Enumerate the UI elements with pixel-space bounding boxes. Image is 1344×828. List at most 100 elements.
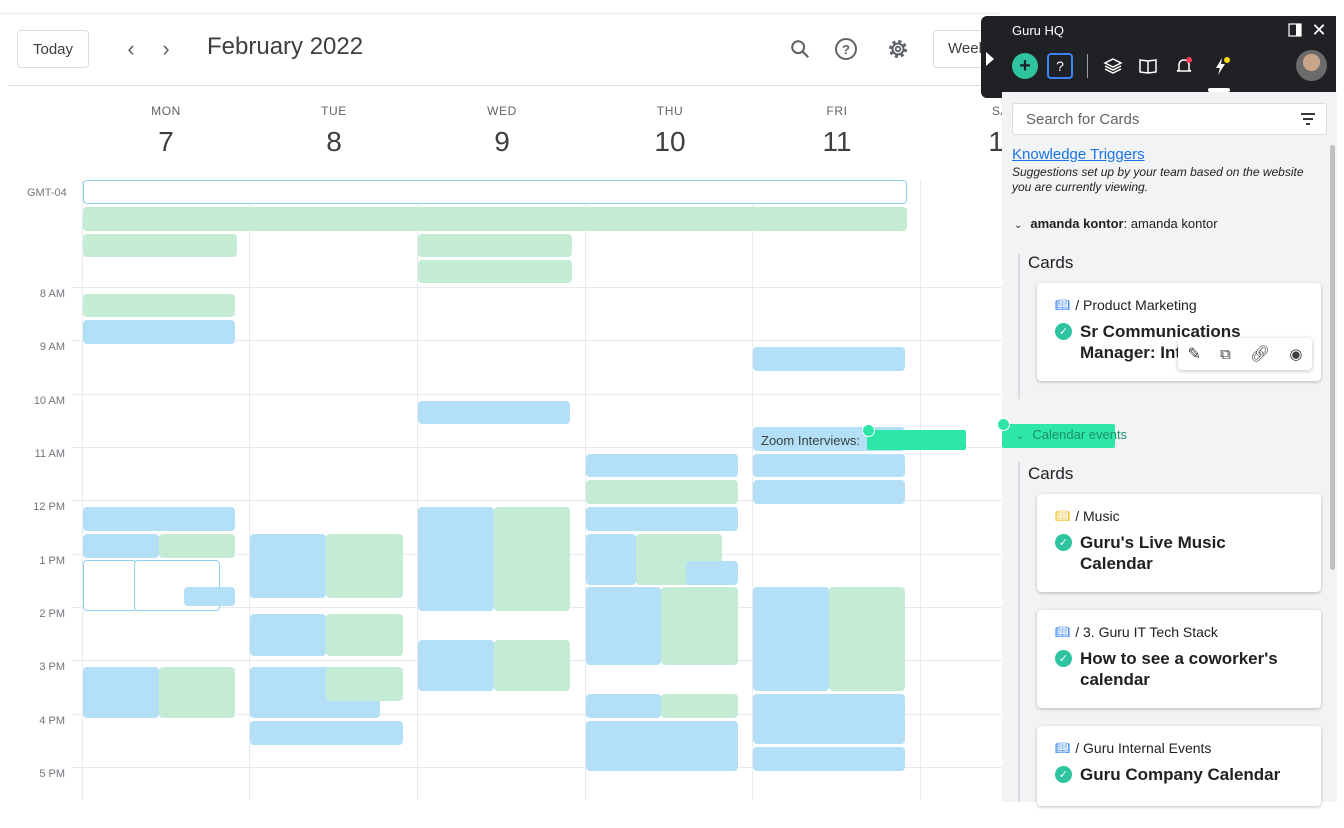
calendar-event[interactable]: [829, 587, 905, 691]
bell-icon: [1176, 57, 1192, 72]
card-it-tech-stack[interactable]: 📖︎ / 3. Guru IT Tech Stack ✓ How to see …: [1037, 610, 1321, 708]
edit-icon[interactable]: ✎: [1188, 344, 1201, 364]
sidebar-dock-icon: [1288, 23, 1302, 37]
all-day-event[interactable]: [83, 207, 907, 231]
calendar-event[interactable]: [250, 721, 403, 745]
search-button[interactable]: [786, 34, 814, 64]
day-header-mon[interactable]: MON 7: [116, 104, 216, 158]
time-label: 4 PM: [39, 715, 65, 727]
close-panel-button[interactable]: ✕: [1310, 20, 1328, 40]
book-icon: [1139, 59, 1157, 74]
day-of-week: FRI: [826, 104, 848, 118]
search-placeholder: Search for Cards: [1026, 111, 1140, 128]
link-icon[interactable]: 🔗︎: [1250, 344, 1270, 364]
today-button[interactable]: Today: [17, 30, 89, 68]
trigger-name: Calendar events: [1032, 427, 1128, 442]
card-internal-events[interactable]: 📖︎ / Guru Internal Events ✓ Guru Company…: [1037, 726, 1321, 806]
calendar-event[interactable]: [586, 480, 738, 504]
knowledge-triggers-link[interactable]: Knowledge Triggers: [1012, 146, 1145, 163]
chevron-left-icon: ‹: [127, 36, 135, 61]
calendar-event[interactable]: [753, 480, 905, 504]
knowledge-button[interactable]: [1137, 55, 1159, 77]
day-header-wed[interactable]: WED 9: [452, 104, 552, 158]
cards-heading: Cards: [1028, 253, 1074, 272]
calendar-event[interactable]: [83, 234, 237, 257]
calendar-event[interactable]: [159, 667, 235, 718]
calendar-event[interactable]: [83, 507, 235, 531]
day-header-fri[interactable]: FRI 11: [787, 104, 887, 158]
triggers-button[interactable]: [1209, 54, 1233, 78]
calendar-event[interactable]: [83, 667, 159, 718]
trigger-row-calendar[interactable]: ⌄ Calendar events: [1016, 427, 1127, 442]
prev-week-button[interactable]: ‹: [117, 34, 145, 64]
calendar-event[interactable]: [184, 587, 235, 606]
time-label: 8 AM: [39, 288, 65, 300]
calendar-event[interactable]: [159, 534, 235, 558]
calendar-event[interactable]: [753, 454, 905, 477]
calendar-event[interactable]: [418, 260, 572, 283]
calendar-event[interactable]: [586, 507, 738, 531]
calendar-event[interactable]: [326, 534, 403, 598]
trigger-name: amanda kontor: [1030, 216, 1124, 231]
next-week-button[interactable]: ›: [152, 34, 180, 64]
collections-button[interactable]: [1102, 55, 1124, 77]
calendar-event[interactable]: [83, 560, 137, 611]
filter-icon: [1301, 113, 1315, 125]
header-divider: [8, 85, 1008, 86]
calendar-event[interactable]: [586, 587, 661, 665]
card-music[interactable]: 📖︎ / Music ✓ Guru's Live Music Calendar: [1037, 494, 1321, 592]
all-day-event[interactable]: [83, 180, 907, 204]
notifications-button[interactable]: [1173, 55, 1195, 77]
chevron-down-icon: ⌄: [1016, 431, 1025, 442]
cards-heading: Cards: [1028, 464, 1074, 483]
calendar-event[interactable]: [418, 234, 572, 257]
calendar-event[interactable]: [661, 587, 738, 665]
view-icon[interactable]: ◉: [1289, 345, 1302, 363]
help-button[interactable]: ?: [832, 34, 860, 64]
calendar-event[interactable]: [326, 614, 403, 656]
calendar-event[interactable]: [753, 587, 829, 691]
grid-hline: [72, 287, 1002, 288]
top-divider: [0, 13, 1000, 14]
calendar-event[interactable]: [686, 561, 738, 585]
panel-scrollbar[interactable]: [1330, 145, 1335, 570]
ask-question-button[interactable]: ?: [1047, 53, 1073, 79]
plus-icon: +: [1019, 54, 1031, 77]
settings-button[interactable]: [884, 34, 912, 64]
calendar-event[interactable]: [250, 614, 326, 656]
dock-toggle-button[interactable]: [1287, 22, 1303, 38]
guru-g-icon: [997, 418, 1010, 431]
book-icon: 📖︎: [1055, 625, 1071, 639]
collapse-panel-icon[interactable]: [986, 52, 994, 66]
filter-button[interactable]: [1299, 110, 1317, 128]
card-collection: 📖︎ / Product Marketing: [1055, 297, 1303, 313]
guru-highlight-tag[interactable]: [867, 430, 966, 450]
calendar-event[interactable]: [753, 694, 905, 744]
copy-icon[interactable]: ⧉: [1220, 346, 1231, 363]
calendar-event[interactable]: [418, 640, 494, 691]
calendar-event[interactable]: [83, 320, 235, 344]
calendar-event[interactable]: [418, 507, 494, 611]
calendar-event[interactable]: [326, 667, 403, 701]
calendar-event[interactable]: [586, 721, 738, 771]
day-header-thu[interactable]: THU 10: [620, 104, 720, 158]
calendar-event[interactable]: [494, 507, 570, 611]
trigger-row-amanda[interactable]: ⌄ amanda kontor: amanda kontor: [1014, 216, 1218, 231]
calendar-event[interactable]: [753, 747, 905, 771]
calendar-event[interactable]: [661, 694, 738, 718]
collection-label: / Product Marketing: [1075, 297, 1197, 313]
calendar-event[interactable]: [494, 640, 570, 691]
calendar-event[interactable]: [83, 294, 235, 317]
calendar-event[interactable]: [586, 694, 661, 718]
calendar-event[interactable]: [418, 401, 570, 424]
calendar-event[interactable]: [250, 534, 326, 598]
calendar-event[interactable]: [586, 454, 738, 477]
verified-check-icon: ✓: [1055, 766, 1072, 783]
create-card-button[interactable]: +: [1012, 53, 1038, 79]
calendar-event[interactable]: [753, 347, 905, 371]
search-cards-input[interactable]: Search for Cards: [1012, 103, 1327, 135]
calendar-event[interactable]: [83, 534, 159, 558]
day-header-tue[interactable]: TUE 8: [284, 104, 384, 158]
calendar-event[interactable]: [586, 534, 636, 585]
avatar[interactable]: [1296, 50, 1327, 81]
